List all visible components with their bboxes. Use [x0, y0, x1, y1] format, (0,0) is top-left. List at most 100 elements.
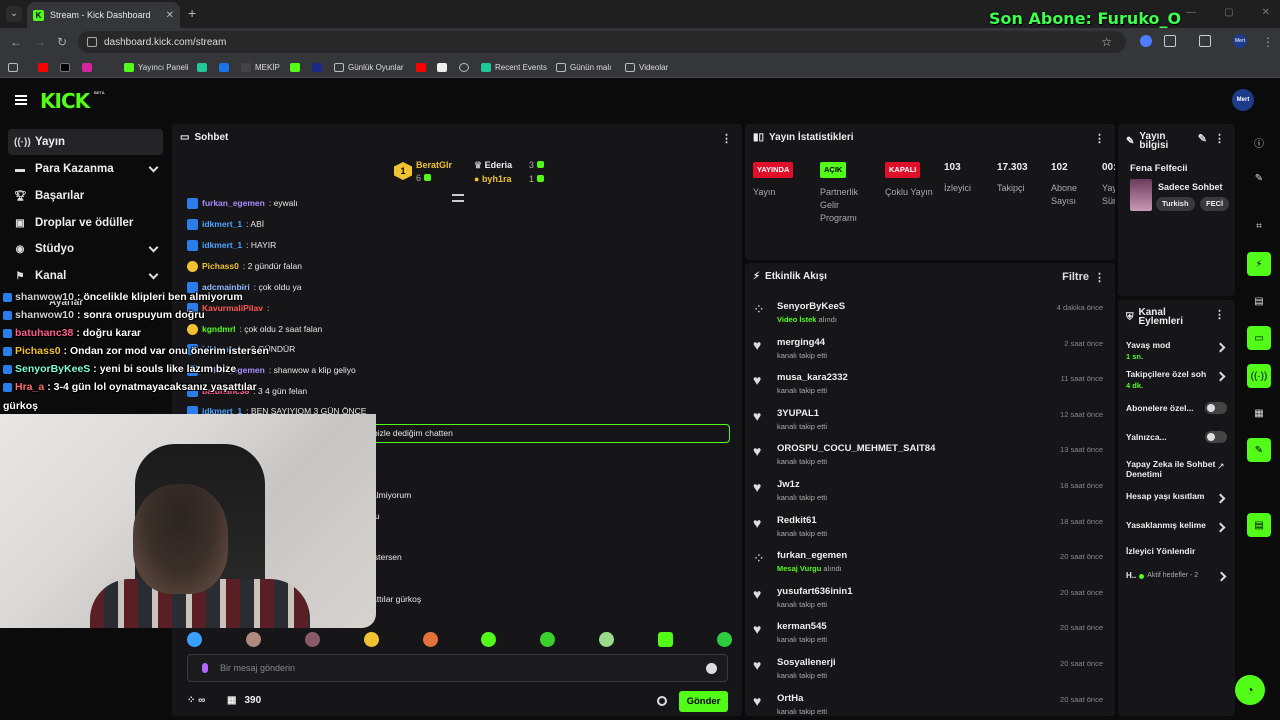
activity-item[interactable]: ♥ OROSPU_COCU_MEHMET_SAIT84 kanalı takip e…: [753, 440, 1105, 474]
channel-action-item[interactable]: Yapay Zeka ile Sohbet Denetimi: [1126, 459, 1230, 479]
sidebar-item-yayin[interactable]: ((·)) Yayın: [8, 129, 163, 155]
bookmark-app-icon[interactable]: [197, 61, 207, 73]
bookmark-videolar[interactable]: Videolar: [625, 61, 668, 73]
emoji-icon[interactable]: [706, 663, 717, 674]
activity-item[interactable]: ♥ Jw1z kanalı takip etti 18 saat önce: [753, 476, 1105, 510]
cup-emote-icon[interactable]: [658, 632, 673, 647]
browser-tab[interactable]: K Stream - Kick Dashboard ✕: [27, 2, 180, 28]
extension-icon[interactable]: [1140, 35, 1152, 47]
chat-username[interactable]: idkmert_1: [202, 219, 242, 229]
face-emote-icon[interactable]: [245, 632, 261, 647]
activity-menu-icon[interactable]: ⋮: [1094, 271, 1105, 284]
bookmark-youtube2-icon[interactable]: [416, 61, 426, 73]
stream-category[interactable]: Sadece Sohbet: [1158, 182, 1223, 192]
chat-username[interactable]: KavurmaliPilav: [202, 303, 263, 313]
site-info-icon[interactable]: [87, 37, 97, 47]
browser-menu-icon[interactable]: ⋮: [1262, 35, 1274, 49]
activity-item[interactable]: ⁘ furkan_egemen Mesaj Vurgu alındı 20 saat …: [753, 547, 1105, 581]
cool-emote-icon[interactable]: [363, 632, 379, 647]
toggle-switch[interactable]: [1205, 402, 1227, 414]
bookmark-yayinci-paneli[interactable]: Yayıncı Paneli: [124, 61, 189, 73]
kick-emote-icon[interactable]: [481, 632, 497, 647]
points-balance[interactable]: ▦ 390: [227, 695, 261, 706]
sidebar-item-droplar[interactable]: ▣ Droplar ve ödüller: [8, 210, 163, 236]
collapse-icon[interactable]: [452, 194, 464, 202]
youtube-bookmark-icon[interactable]: [38, 61, 48, 73]
kick-emote-icon[interactable]: [540, 632, 556, 647]
x-bookmark-icon[interactable]: [60, 61, 70, 73]
tab-search-button[interactable]: ⌄: [6, 6, 22, 22]
active-goals[interactable]: H.. Aktif hedefler - 2: [1126, 571, 1230, 581]
chat-username[interactable]: Pichass0: [202, 261, 239, 271]
maximize-icon[interactable]: ▢: [1224, 7, 1233, 18]
wrench-widget-icon[interactable]: ✎: [1247, 438, 1271, 462]
channel-actions-menu-icon[interactable]: ⋮: [1214, 308, 1225, 321]
chat-username[interactable]: idkmert_1: [202, 240, 242, 250]
kick-logo[interactable]: KICK: [40, 89, 90, 113]
forward-icon[interactable]: →: [34, 35, 46, 49]
minimize-icon[interactable]: —: [1186, 7, 1196, 18]
crop-icon[interactable]: ⌗: [1247, 214, 1271, 238]
edit-icon[interactable]: ✎: [1198, 132, 1207, 145]
lightning-widget-icon[interactable]: ⚡︎: [1247, 252, 1271, 276]
bookmark-image-icon[interactable]: [437, 61, 447, 73]
close-window-icon[interactable]: ✕: [1262, 7, 1270, 18]
sidebar-item-para-kazanma[interactable]: ▬ Para Kazanma: [8, 156, 163, 182]
broadcast-widget-icon[interactable]: ((·)): [1247, 364, 1271, 388]
channel-action-item[interactable]: Hesap yaşı kısıtlam: [1126, 491, 1230, 501]
chat-username[interactable]: kgndmrl: [202, 324, 236, 334]
extensions-puzzle-icon[interactable]: [1164, 35, 1176, 47]
new-tab-button[interactable]: +: [188, 5, 196, 21]
external-link-icon[interactable]: ↗: [1217, 461, 1225, 472]
channel-points-icon[interactable]: ⁘ ∞: [187, 695, 205, 706]
activity-item[interactable]: ⁘ SenyorByKeeS Video İstek alındı 4 dakika …: [753, 298, 1105, 332]
face-emote-icon[interactable]: [304, 632, 320, 647]
activity-item[interactable]: ♥ Sosyallenerji kanalı takip etti 20 saat ö…: [753, 654, 1105, 688]
tab-close-icon[interactable]: ✕: [166, 10, 174, 21]
stats-menu-icon[interactable]: ⋮: [1094, 132, 1105, 145]
activity-item[interactable]: ♥ kerman545 kanalı takip etti 20 saat önce: [753, 618, 1105, 652]
activity-item[interactable]: ♥ yusufart636inin1 kanalı takip etti 20 saa…: [753, 583, 1105, 617]
chat-widget-icon[interactable]: ▭: [1247, 326, 1271, 350]
kick-emote-icon[interactable]: [716, 632, 732, 647]
activity-item[interactable]: ♥ Redkit61 kanalı takip etti 18 saat önce: [753, 512, 1105, 546]
sidebar-item-kanal[interactable]: ⚑ Kanal: [8, 263, 163, 289]
pen-icon[interactable]: ✎: [1247, 166, 1271, 190]
top-gifter-name[interactable]: BeratGlr: [416, 160, 452, 170]
gifter-name[interactable]: ● byh1ra: [474, 174, 511, 184]
profile-avatar[interactable]: Mert: [1233, 34, 1247, 48]
bookmark-star-icon[interactable]: ☆: [1101, 35, 1112, 49]
sidebar-item-basarilar[interactable]: 🏆︎ Başarılar: [8, 183, 163, 209]
store-widget-icon[interactable]: ▦: [1247, 401, 1271, 425]
stream-info-menu-icon[interactable]: ⋮: [1214, 132, 1225, 145]
bookmark-globe-icon[interactable]: [459, 61, 469, 73]
reload-icon[interactable]: ↻: [57, 35, 67, 49]
bookmark-gunluk-oyunlar[interactable]: Günlük Oyunlar: [334, 61, 404, 73]
sidebar-item-studyo[interactable]: ◉ Stüdyo: [8, 236, 163, 262]
chat-username[interactable]: furkan_egemen: [202, 198, 265, 208]
back-icon[interactable]: ←: [10, 35, 22, 49]
clapper-widget-icon[interactable]: ▤: [1247, 513, 1271, 537]
bookmark-kick-icon[interactable]: [290, 61, 300, 73]
bookmark-play-icon[interactable]: [219, 61, 229, 73]
stream-tag[interactable]: FECİ: [1200, 197, 1230, 211]
sidepanel-icon[interactable]: [1199, 35, 1211, 47]
apps-grid-icon[interactable]: [8, 61, 18, 73]
skull-emote-icon[interactable]: [599, 632, 615, 647]
user-avatar[interactable]: Mert: [1232, 89, 1254, 111]
frog-emote-icon[interactable]: [422, 632, 438, 647]
channel-action-item[interactable]: İzleyici Yönlendir: [1126, 546, 1230, 556]
bookmark-gunun-mali[interactable]: Günün malı: [556, 61, 611, 73]
activity-item[interactable]: ♥ merging44 kanalı takip etti 2 saat önce: [753, 334, 1105, 368]
bookmark-blue-icon[interactable]: [312, 61, 322, 73]
send-button[interactable]: Gönder: [679, 691, 728, 712]
activity-item[interactable]: ♥ musa_kara2332 kanalı takip etti 11 saat ö…: [753, 369, 1105, 403]
toggle-switch[interactable]: [1205, 431, 1227, 443]
info-icon[interactable]: ⓘ: [1247, 130, 1271, 154]
mic-icon[interactable]: [202, 663, 208, 673]
gifter-name[interactable]: ♛ Ederia: [474, 160, 512, 171]
url-field[interactable]: dashboard.kick.com/stream ☆: [78, 31, 1126, 53]
filter-button[interactable]: Filtre: [1062, 271, 1089, 283]
chat-menu-icon[interactable]: ⋮: [721, 132, 732, 145]
channel-action-item[interactable]: Takipçilere özel soh 4 dk.: [1126, 369, 1230, 391]
